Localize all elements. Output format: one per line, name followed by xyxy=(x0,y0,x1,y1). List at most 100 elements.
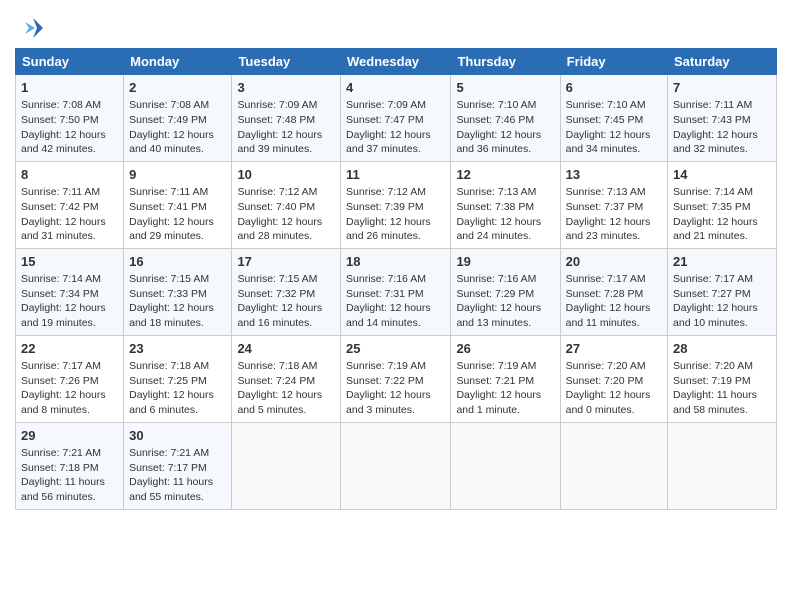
day-number: 24 xyxy=(237,340,335,358)
calendar-day xyxy=(232,422,341,509)
day-info: Sunrise: 7:11 AM Sunset: 7:43 PM Dayligh… xyxy=(673,98,771,157)
day-info: Sunrise: 7:19 AM Sunset: 7:22 PM Dayligh… xyxy=(346,359,445,418)
day-number: 1 xyxy=(21,79,118,97)
day-number: 7 xyxy=(673,79,771,97)
calendar-day: 27Sunrise: 7:20 AM Sunset: 7:20 PM Dayli… xyxy=(560,335,667,422)
day-info: Sunrise: 7:11 AM Sunset: 7:41 PM Dayligh… xyxy=(129,185,226,244)
day-number: 12 xyxy=(456,166,554,184)
day-number: 18 xyxy=(346,253,445,271)
calendar-day: 22Sunrise: 7:17 AM Sunset: 7:26 PM Dayli… xyxy=(16,335,124,422)
calendar-day: 10Sunrise: 7:12 AM Sunset: 7:40 PM Dayli… xyxy=(232,161,341,248)
day-info: Sunrise: 7:11 AM Sunset: 7:42 PM Dayligh… xyxy=(21,185,118,244)
calendar-header-friday: Friday xyxy=(560,49,667,75)
calendar-day: 23Sunrise: 7:18 AM Sunset: 7:25 PM Dayli… xyxy=(124,335,232,422)
calendar-header-saturday: Saturday xyxy=(668,49,777,75)
day-info: Sunrise: 7:15 AM Sunset: 7:32 PM Dayligh… xyxy=(237,272,335,331)
day-number: 15 xyxy=(21,253,118,271)
calendar-day: 5Sunrise: 7:10 AM Sunset: 7:46 PM Daylig… xyxy=(451,75,560,162)
day-info: Sunrise: 7:09 AM Sunset: 7:47 PM Dayligh… xyxy=(346,98,445,157)
calendar-day: 30Sunrise: 7:21 AM Sunset: 7:17 PM Dayli… xyxy=(124,422,232,509)
day-info: Sunrise: 7:17 AM Sunset: 7:27 PM Dayligh… xyxy=(673,272,771,331)
calendar-day xyxy=(560,422,667,509)
calendar-day: 3Sunrise: 7:09 AM Sunset: 7:48 PM Daylig… xyxy=(232,75,341,162)
calendar-day: 13Sunrise: 7:13 AM Sunset: 7:37 PM Dayli… xyxy=(560,161,667,248)
day-number: 11 xyxy=(346,166,445,184)
day-info: Sunrise: 7:08 AM Sunset: 7:50 PM Dayligh… xyxy=(21,98,118,157)
day-number: 8 xyxy=(21,166,118,184)
day-number: 9 xyxy=(129,166,226,184)
calendar-week-4: 22Sunrise: 7:17 AM Sunset: 7:26 PM Dayli… xyxy=(16,335,777,422)
day-info: Sunrise: 7:18 AM Sunset: 7:25 PM Dayligh… xyxy=(129,359,226,418)
day-info: Sunrise: 7:10 AM Sunset: 7:45 PM Dayligh… xyxy=(566,98,662,157)
day-info: Sunrise: 7:13 AM Sunset: 7:37 PM Dayligh… xyxy=(566,185,662,244)
header xyxy=(15,10,777,42)
calendar-day: 16Sunrise: 7:15 AM Sunset: 7:33 PM Dayli… xyxy=(124,248,232,335)
calendar-day: 24Sunrise: 7:18 AM Sunset: 7:24 PM Dayli… xyxy=(232,335,341,422)
logo xyxy=(15,14,45,42)
calendar-day: 19Sunrise: 7:16 AM Sunset: 7:29 PM Dayli… xyxy=(451,248,560,335)
day-info: Sunrise: 7:21 AM Sunset: 7:17 PM Dayligh… xyxy=(129,446,226,505)
day-number: 5 xyxy=(456,79,554,97)
calendar-week-3: 15Sunrise: 7:14 AM Sunset: 7:34 PM Dayli… xyxy=(16,248,777,335)
day-number: 23 xyxy=(129,340,226,358)
day-number: 13 xyxy=(566,166,662,184)
day-number: 22 xyxy=(21,340,118,358)
day-number: 28 xyxy=(673,340,771,358)
day-number: 20 xyxy=(566,253,662,271)
day-number: 25 xyxy=(346,340,445,358)
day-number: 26 xyxy=(456,340,554,358)
day-info: Sunrise: 7:14 AM Sunset: 7:35 PM Dayligh… xyxy=(673,185,771,244)
day-info: Sunrise: 7:17 AM Sunset: 7:26 PM Dayligh… xyxy=(21,359,118,418)
calendar-header-row: SundayMondayTuesdayWednesdayThursdayFrid… xyxy=(16,49,777,75)
day-number: 16 xyxy=(129,253,226,271)
calendar-day: 2Sunrise: 7:08 AM Sunset: 7:49 PM Daylig… xyxy=(124,75,232,162)
calendar-header-thursday: Thursday xyxy=(451,49,560,75)
day-number: 30 xyxy=(129,427,226,445)
calendar-day: 7Sunrise: 7:11 AM Sunset: 7:43 PM Daylig… xyxy=(668,75,777,162)
day-info: Sunrise: 7:20 AM Sunset: 7:20 PM Dayligh… xyxy=(566,359,662,418)
day-info: Sunrise: 7:08 AM Sunset: 7:49 PM Dayligh… xyxy=(129,98,226,157)
calendar-day: 9Sunrise: 7:11 AM Sunset: 7:41 PM Daylig… xyxy=(124,161,232,248)
day-info: Sunrise: 7:18 AM Sunset: 7:24 PM Dayligh… xyxy=(237,359,335,418)
logo-icon xyxy=(15,14,43,42)
calendar-day: 18Sunrise: 7:16 AM Sunset: 7:31 PM Dayli… xyxy=(341,248,451,335)
day-number: 3 xyxy=(237,79,335,97)
calendar-day: 4Sunrise: 7:09 AM Sunset: 7:47 PM Daylig… xyxy=(341,75,451,162)
day-number: 2 xyxy=(129,79,226,97)
day-number: 17 xyxy=(237,253,335,271)
calendar-day: 17Sunrise: 7:15 AM Sunset: 7:32 PM Dayli… xyxy=(232,248,341,335)
calendar-day: 20Sunrise: 7:17 AM Sunset: 7:28 PM Dayli… xyxy=(560,248,667,335)
calendar-header-monday: Monday xyxy=(124,49,232,75)
day-number: 4 xyxy=(346,79,445,97)
day-info: Sunrise: 7:19 AM Sunset: 7:21 PM Dayligh… xyxy=(456,359,554,418)
calendar-day: 15Sunrise: 7:14 AM Sunset: 7:34 PM Dayli… xyxy=(16,248,124,335)
main-container: SundayMondayTuesdayWednesdayThursdayFrid… xyxy=(0,0,792,520)
calendar-day: 8Sunrise: 7:11 AM Sunset: 7:42 PM Daylig… xyxy=(16,161,124,248)
day-info: Sunrise: 7:15 AM Sunset: 7:33 PM Dayligh… xyxy=(129,272,226,331)
calendar-header-wednesday: Wednesday xyxy=(341,49,451,75)
calendar-day: 14Sunrise: 7:14 AM Sunset: 7:35 PM Dayli… xyxy=(668,161,777,248)
calendar-day: 6Sunrise: 7:10 AM Sunset: 7:45 PM Daylig… xyxy=(560,75,667,162)
day-info: Sunrise: 7:10 AM Sunset: 7:46 PM Dayligh… xyxy=(456,98,554,157)
calendar-day: 12Sunrise: 7:13 AM Sunset: 7:38 PM Dayli… xyxy=(451,161,560,248)
calendar-table: SundayMondayTuesdayWednesdayThursdayFrid… xyxy=(15,48,777,510)
day-info: Sunrise: 7:16 AM Sunset: 7:31 PM Dayligh… xyxy=(346,272,445,331)
day-info: Sunrise: 7:20 AM Sunset: 7:19 PM Dayligh… xyxy=(673,359,771,418)
day-info: Sunrise: 7:21 AM Sunset: 7:18 PM Dayligh… xyxy=(21,446,118,505)
day-number: 19 xyxy=(456,253,554,271)
calendar-day: 11Sunrise: 7:12 AM Sunset: 7:39 PM Dayli… xyxy=(341,161,451,248)
day-info: Sunrise: 7:13 AM Sunset: 7:38 PM Dayligh… xyxy=(456,185,554,244)
day-number: 27 xyxy=(566,340,662,358)
day-info: Sunrise: 7:17 AM Sunset: 7:28 PM Dayligh… xyxy=(566,272,662,331)
calendar-day xyxy=(451,422,560,509)
calendar-day: 29Sunrise: 7:21 AM Sunset: 7:18 PM Dayli… xyxy=(16,422,124,509)
day-number: 21 xyxy=(673,253,771,271)
calendar-header-sunday: Sunday xyxy=(16,49,124,75)
day-info: Sunrise: 7:12 AM Sunset: 7:40 PM Dayligh… xyxy=(237,185,335,244)
calendar-day: 25Sunrise: 7:19 AM Sunset: 7:22 PM Dayli… xyxy=(341,335,451,422)
day-info: Sunrise: 7:12 AM Sunset: 7:39 PM Dayligh… xyxy=(346,185,445,244)
calendar-header-tuesday: Tuesday xyxy=(232,49,341,75)
calendar-day: 1Sunrise: 7:08 AM Sunset: 7:50 PM Daylig… xyxy=(16,75,124,162)
calendar-week-1: 1Sunrise: 7:08 AM Sunset: 7:50 PM Daylig… xyxy=(16,75,777,162)
day-number: 29 xyxy=(21,427,118,445)
